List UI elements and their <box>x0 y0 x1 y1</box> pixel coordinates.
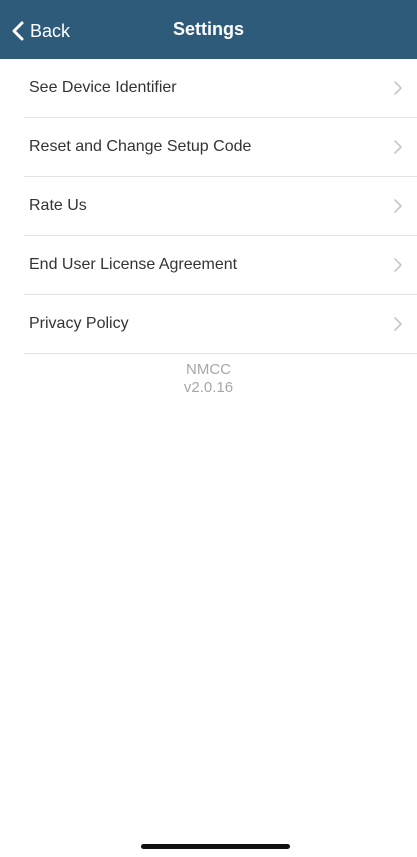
settings-item-eula[interactable]: End User License Agreement <box>0 236 417 295</box>
settings-item-label: See Device Identifier <box>29 79 177 96</box>
settings-item-label: End User License Agreement <box>29 256 238 273</box>
settings-item-label: Rate Us <box>29 197 87 214</box>
chevron-right-icon <box>394 258 402 272</box>
back-button[interactable]: Back <box>12 18 70 44</box>
divider <box>24 353 417 354</box>
settings-item-privacy-policy[interactable]: Privacy Policy <box>0 295 417 354</box>
settings-item-label: Reset and Change Setup Code <box>29 138 252 155</box>
settings-list: See Device Identifier Reset and Change S… <box>0 59 417 354</box>
settings-item-label: Privacy Policy <box>29 315 129 332</box>
settings-item-device-identifier[interactable]: See Device Identifier <box>0 59 417 118</box>
navigation-bar: Back Settings <box>0 0 417 59</box>
app-version: v2.0.16 <box>183 379 234 396</box>
chevron-left-icon <box>12 21 24 41</box>
back-label: Back <box>30 20 71 41</box>
chevron-right-icon <box>394 81 402 95</box>
chevron-right-icon <box>394 317 402 331</box>
settings-item-reset-setup-code[interactable]: Reset and Change Setup Code <box>0 118 417 177</box>
chevron-right-icon <box>394 140 402 154</box>
app-info: NMCC v2.0.16 <box>0 361 417 397</box>
home-indicator[interactable] <box>141 844 290 849</box>
chevron-right-icon <box>394 199 402 213</box>
app-name: NMCC <box>186 361 231 378</box>
settings-item-rate-us[interactable]: Rate Us <box>0 177 417 236</box>
